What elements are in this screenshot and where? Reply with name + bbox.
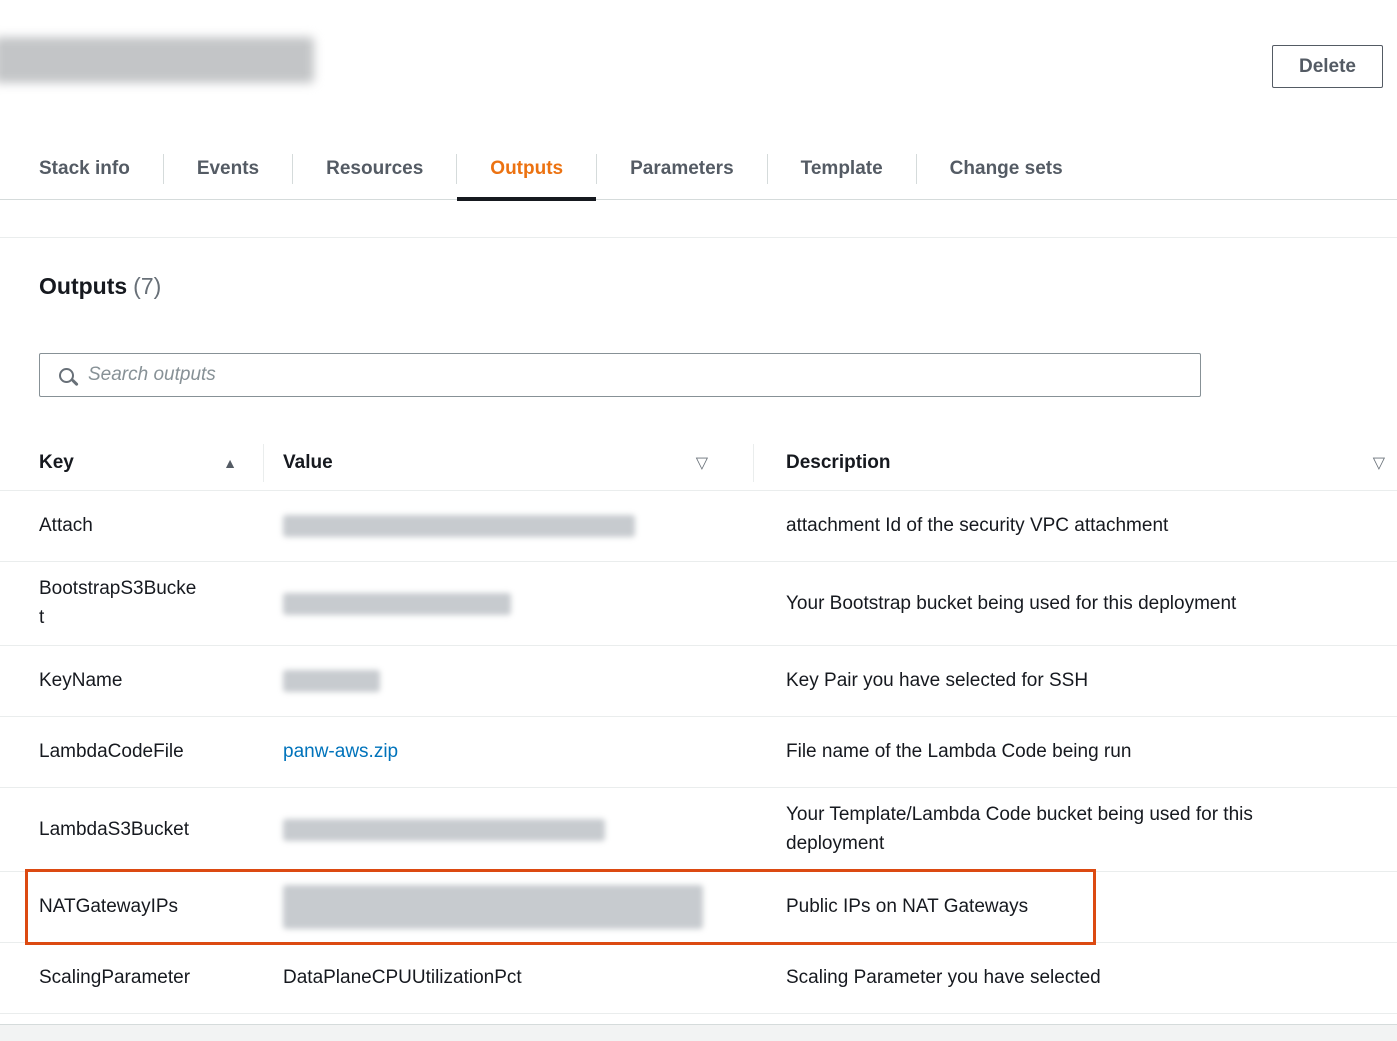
output-value (263, 815, 753, 844)
search-input[interactable] (88, 354, 1200, 396)
output-key: NATGatewayIPs (0, 892, 263, 921)
search-icon (59, 368, 74, 383)
table-row: KeyName Key Pair you have selected for S… (0, 646, 1397, 717)
output-value-link[interactable]: panw-aws.zip (283, 741, 398, 762)
output-value: DataPlaneCPUUtilizationPct (263, 963, 753, 992)
page-background-strip (0, 1025, 1397, 1041)
output-description: Your Template/Lambda Code bucket being u… (753, 800, 1397, 859)
tab-events[interactable]: Events (164, 138, 292, 200)
column-header-value-label: Value (283, 452, 333, 474)
table-row: NATGatewayIPs Public IPs on NAT Gateways (0, 872, 1397, 943)
delete-button[interactable]: Delete (1272, 45, 1383, 88)
output-description: attachment Id of the security VPC attach… (753, 511, 1397, 540)
output-key: ScalingParameter (0, 963, 263, 992)
output-description: Key Pair you have selected for SSH (753, 666, 1397, 695)
table-row: Attach attachment Id of the security VPC… (0, 491, 1397, 562)
panel-title: Outputs(7) (0, 271, 1397, 301)
table-header-row: Key ▲ Value ▽ Description ▽ (0, 435, 1397, 491)
table-row: BootstrapS3Bucket Your Bootstrap bucket … (0, 562, 1397, 646)
filter-icon[interactable]: ▽ (696, 453, 708, 473)
outputs-count: (7) (133, 273, 161, 299)
tab-resources[interactable]: Resources (293, 138, 456, 200)
tab-template[interactable]: Template (768, 138, 916, 200)
filter-icon[interactable]: ▽ (1373, 453, 1385, 473)
output-key: BootstrapS3Bucket (0, 574, 263, 633)
outputs-table: Key ▲ Value ▽ Description ▽ Attach attac… (0, 435, 1397, 1014)
redacted-value (283, 670, 380, 692)
output-description: Your Bootstrap bucket being used for thi… (753, 589, 1397, 618)
tab-parameters[interactable]: Parameters (597, 138, 767, 200)
outputs-panel: Outputs(7) Key ▲ Value ▽ Description ▽ A… (0, 237, 1397, 1025)
output-description: Public IPs on NAT Gateways (753, 892, 1397, 921)
panel-title-text: Outputs (39, 273, 127, 299)
output-value (263, 511, 753, 540)
tab-outputs[interactable]: Outputs (457, 138, 596, 200)
output-key: LambdaCodeFile (0, 737, 263, 766)
output-description: Scaling Parameter you have selected (753, 963, 1397, 992)
output-value: panw-aws.zip (263, 737, 753, 766)
search-box (39, 353, 1201, 397)
output-description: File name of the Lambda Code being run (753, 737, 1397, 766)
redacted-value (283, 515, 635, 537)
column-header-description: Description ▽ (753, 435, 1397, 491)
redacted-value (283, 593, 511, 615)
redacted-value (283, 885, 703, 929)
sort-ascending-icon[interactable]: ▲ (223, 455, 237, 471)
output-key: LambdaS3Bucket (0, 815, 263, 844)
tab-bar: Stack info Events Resources Outputs Para… (0, 138, 1397, 200)
column-header-value: Value ▽ (263, 435, 753, 491)
page-header: Delete (0, 0, 1397, 138)
output-key: Attach (0, 511, 263, 540)
output-value-text: DataPlaneCPUUtilizationPct (283, 967, 522, 988)
output-value (263, 666, 753, 695)
output-key: KeyName (0, 666, 263, 695)
tab-stack-info[interactable]: Stack info (6, 138, 163, 200)
column-header-key: Key ▲ (0, 435, 263, 491)
column-header-description-label: Description (786, 452, 891, 474)
tab-change-sets[interactable]: Change sets (917, 138, 1096, 200)
stack-name-redacted (0, 37, 314, 83)
redacted-value (283, 819, 605, 841)
output-value (263, 885, 753, 929)
column-header-key-label: Key (39, 452, 74, 474)
output-value (263, 589, 753, 618)
table-row: ScalingParameter DataPlaneCPUUtilization… (0, 943, 1397, 1014)
table-row: LambdaCodeFile panw-aws.zip File name of… (0, 717, 1397, 788)
table-row: LambdaS3Bucket Your Template/Lambda Code… (0, 788, 1397, 872)
